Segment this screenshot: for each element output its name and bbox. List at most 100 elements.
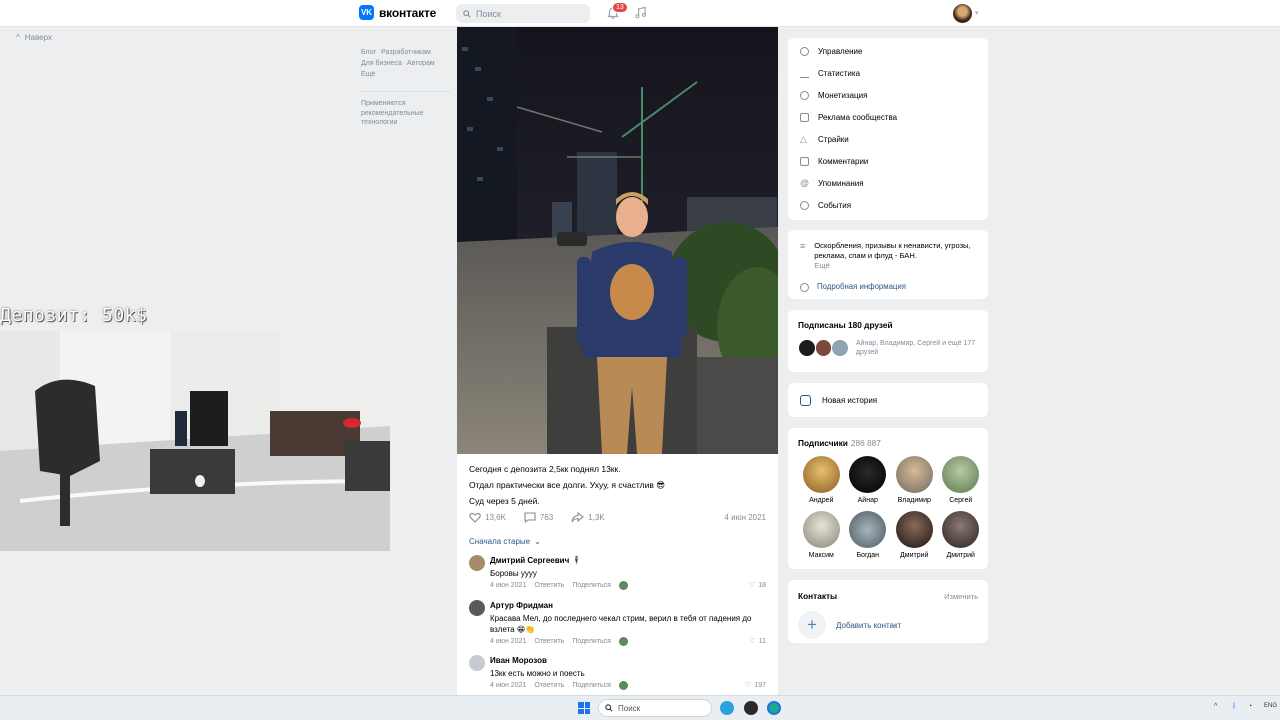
subscriber-name: Дмитрий bbox=[900, 552, 929, 559]
comment-avatar[interactable] bbox=[469, 600, 485, 616]
menu-item-events[interactable]: События bbox=[788, 194, 988, 216]
share-button[interactable]: 1,3K bbox=[571, 511, 605, 523]
reply-link[interactable]: Ответить bbox=[534, 638, 564, 645]
comment-item: Артур Фридман Красава Мел, до последнего… bbox=[469, 600, 766, 650]
menu-item-manage[interactable]: Управление bbox=[788, 40, 988, 62]
share-link[interactable]: Поделиться bbox=[572, 638, 611, 645]
footer-link-authors[interactable]: Авторам bbox=[407, 60, 435, 67]
like-button[interactable]: 13,6K bbox=[469, 512, 506, 523]
comment-author[interactable]: Дмитрий Сергеевич 🕴 bbox=[490, 556, 581, 565]
bell-icon bbox=[800, 200, 809, 210]
post-date[interactable]: 4 июн 2021 bbox=[724, 513, 766, 522]
webcam-room-picture bbox=[0, 331, 390, 551]
comment-author[interactable]: Артур Фридман bbox=[490, 601, 553, 610]
subscriber-item[interactable]: Дмитрий bbox=[938, 511, 985, 559]
menu-item-ads[interactable]: Реклама сообщества bbox=[788, 106, 988, 128]
post-photo[interactable] bbox=[457, 27, 778, 454]
rules-more-link[interactable]: Ещё bbox=[814, 261, 976, 271]
menu-item-strikes[interactable]: △ Страйки bbox=[788, 128, 988, 150]
post-actions: 13,6K 763 1,3K 4 июн 2021 bbox=[469, 510, 766, 524]
new-story-label: Новая история bbox=[822, 395, 878, 405]
friends-names: Айнар, Владимир, Сергей и ещё 177 друзей bbox=[855, 340, 976, 356]
community-rules-card: ≡ Оскорбления, призывы к ненависти, угро… bbox=[788, 230, 988, 299]
obs-icon[interactable] bbox=[744, 701, 758, 715]
subscriber-item[interactable]: Владимир bbox=[891, 456, 938, 504]
tray-chevron-up-icon[interactable]: ^ bbox=[1214, 703, 1217, 710]
header-search[interactable] bbox=[456, 4, 590, 23]
post-text-line: Отдал практически все долги. Ухуу, я сча… bbox=[469, 480, 666, 490]
menu-item-comments[interactable]: Комментарии bbox=[788, 150, 988, 172]
comment-date[interactable]: 4 июн 2021 bbox=[490, 638, 526, 645]
rules-info-link[interactable]: Подробная информация bbox=[800, 282, 976, 292]
subscriber-item[interactable]: Богдан bbox=[845, 511, 892, 559]
share-icon bbox=[571, 511, 585, 522]
edge-icon[interactable] bbox=[767, 701, 781, 715]
footer-link-blog[interactable]: Блог bbox=[361, 49, 376, 56]
music-icon[interactable] bbox=[634, 6, 647, 19]
menu-item-monetization[interactable]: Монетизация bbox=[788, 84, 988, 106]
subscriber-item[interactable]: Айнар bbox=[845, 456, 892, 504]
comments-sort-dropdown[interactable]: Сначала старые ⌄ bbox=[469, 537, 541, 546]
friends-subscribed-card[interactable]: Подписаны 180 друзей Айнар, Владимир, Се… bbox=[788, 310, 988, 372]
comment-avatar[interactable] bbox=[469, 555, 485, 571]
reply-link[interactable]: Ответить bbox=[534, 582, 564, 589]
input-language[interactable]: ENG bbox=[1264, 703, 1277, 709]
subscriber-avatar bbox=[942, 511, 980, 548]
subscribers-grid: Андрей Айнар Владимир Сергей Максим Богд… bbox=[798, 456, 988, 559]
comment-like-button[interactable]: ♡ 11 bbox=[749, 637, 766, 646]
subscriber-item[interactable]: Андрей bbox=[798, 456, 845, 504]
post-photo-picture bbox=[457, 27, 778, 454]
footer-link-more[interactable]: Ещё bbox=[361, 71, 375, 78]
vk-logo-icon: VK bbox=[359, 5, 374, 20]
subscriber-item[interactable]: Дмитрий bbox=[891, 511, 938, 559]
taskbar-search[interactable]: Поиск bbox=[598, 699, 712, 717]
subscribers-title[interactable]: Подписчики 286 887 bbox=[788, 438, 988, 448]
subscriber-avatar bbox=[849, 456, 887, 493]
reply-link[interactable]: Ответить bbox=[534, 682, 564, 689]
new-story-card[interactable]: Новая история bbox=[788, 383, 988, 417]
menu-item-stats[interactable]: Статистика bbox=[788, 62, 988, 84]
list-icon: ≡ bbox=[800, 241, 806, 251]
windows-start-icon[interactable] bbox=[578, 702, 590, 714]
bluetooth-icon[interactable]: ᛒ bbox=[1232, 703, 1236, 710]
notifications-badge: 13 bbox=[612, 2, 628, 13]
deposit-overlay-text: Депозит: 50k$ bbox=[0, 305, 148, 326]
menu-item-label: Страйки bbox=[818, 134, 849, 144]
footer-link-business[interactable]: Для бизнеса bbox=[361, 60, 402, 67]
subscriber-item[interactable]: Сергей bbox=[938, 456, 985, 504]
subscriber-avatar bbox=[942, 456, 980, 493]
subscriber-name: Сергей bbox=[949, 497, 973, 504]
search-icon bbox=[463, 9, 471, 18]
share-link[interactable]: Поделиться bbox=[572, 582, 611, 589]
add-contact-button[interactable]: + Добавить контакт bbox=[798, 611, 978, 639]
contacts-edit-link[interactable]: Изменить bbox=[944, 592, 978, 601]
comment-date[interactable]: 4 июн 2021 bbox=[490, 682, 526, 689]
comment-like-button[interactable]: ♡ 18 bbox=[749, 581, 766, 590]
comment-button[interactable]: 763 bbox=[524, 511, 553, 523]
profile-avatar[interactable] bbox=[953, 4, 972, 23]
chevron-down-icon[interactable]: ▾ bbox=[975, 9, 979, 17]
comment-avatar[interactable] bbox=[469, 655, 485, 671]
info-icon bbox=[800, 282, 809, 292]
friend-avatar bbox=[831, 339, 849, 357]
menu-item-mentions[interactable]: @ Упоминания bbox=[788, 172, 988, 194]
comment-author[interactable]: Иван Морозов bbox=[490, 656, 547, 665]
at-icon: @ bbox=[800, 178, 810, 188]
webcam-feed bbox=[0, 331, 390, 551]
footer-link-developers[interactable]: Разработчикам bbox=[381, 49, 431, 56]
telegram-icon[interactable] bbox=[720, 701, 734, 715]
subscriber-item[interactable]: Максим bbox=[798, 511, 845, 559]
search-icon bbox=[605, 704, 613, 712]
subscriber-name: Богдан bbox=[856, 552, 880, 559]
back-to-top-link[interactable]: ^ Наверх bbox=[16, 33, 52, 42]
search-input[interactable] bbox=[476, 8, 576, 19]
comment-like-button[interactable]: ♡ 197 bbox=[745, 681, 766, 690]
windows-taskbar: Поиск ^ ᛒ ◔ ENG bbox=[0, 695, 1280, 720]
subscriber-avatar bbox=[849, 511, 887, 548]
comment-date[interactable]: 4 июн 2021 bbox=[490, 582, 526, 589]
share-link[interactable]: Поделиться bbox=[572, 682, 611, 689]
network-icon[interactable]: ◔ bbox=[1248, 703, 1252, 710]
vk-logo[interactable]: VK вконтакте bbox=[359, 5, 436, 20]
coin-icon bbox=[800, 90, 809, 100]
footer-divider bbox=[361, 91, 451, 92]
